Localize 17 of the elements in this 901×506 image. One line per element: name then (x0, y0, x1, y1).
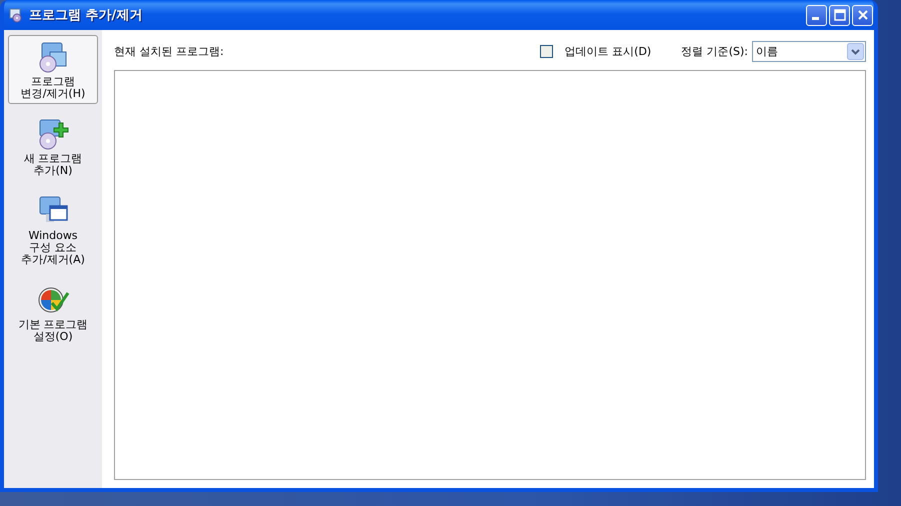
minimize-button[interactable] (806, 4, 827, 26)
show-updates-checkbox[interactable]: 업데이트 표시(D) (540, 44, 652, 58)
close-icon (856, 9, 868, 21)
window-title: 프로그램 추가/제거 (29, 7, 142, 24)
installed-programs-label: 현재 설치된 프로그램: (114, 44, 224, 58)
sidebar-item[interactable]: 기본 프로그램 설정(O) (8, 278, 98, 347)
close-button[interactable] (852, 4, 873, 26)
checkbox[interactable] (540, 44, 553, 58)
maximize-icon (834, 9, 846, 21)
maximize-button[interactable] (829, 4, 850, 26)
program-box-icon (8, 7, 24, 23)
sidebar-item[interactable]: 새 프로그램 추가(N) (8, 112, 98, 181)
sort-label: 정렬 기준(S): (681, 44, 748, 58)
sidebar-item[interactable]: 프로그램 변경/제거(H) (8, 35, 98, 104)
sidebar-item[interactable]: Windows 구성 요소 추가/제거(A) (8, 189, 98, 270)
minimize-icon (812, 17, 818, 20)
sort-dropdown[interactable]: 이름 (752, 40, 866, 62)
